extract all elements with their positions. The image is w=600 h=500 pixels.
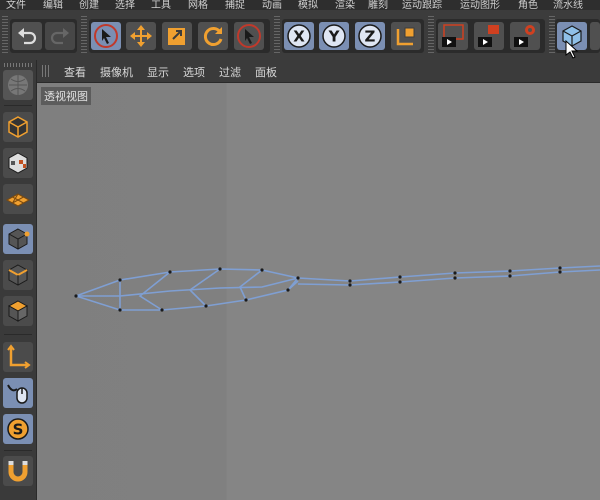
viewport-menubar: 查看 摄像机 显示 选项 过滤 面板 (36, 60, 600, 83)
menu-item[interactable]: 渲染 (335, 0, 355, 10)
coordinate-system-button[interactable] (391, 22, 421, 50)
y-axis-button[interactable]: Y (319, 22, 349, 50)
menu-item[interactable]: 运动跟踪 (402, 0, 442, 10)
recent-tool-button[interactable] (234, 22, 264, 50)
render-view-button[interactable] (438, 22, 468, 50)
move-icon (130, 25, 152, 47)
snap-button[interactable]: S (3, 414, 33, 444)
render-settings-button[interactable] (510, 22, 540, 50)
viewport-grip[interactable] (42, 65, 50, 77)
menu-item[interactable]: 创建 (79, 0, 99, 10)
magnet-button[interactable] (3, 456, 33, 486)
x-axis-button[interactable]: X (284, 22, 314, 50)
menu-item[interactable]: 运动图形 (460, 0, 500, 10)
model-mode-button[interactable] (3, 112, 33, 142)
workplane-button[interactable] (3, 184, 33, 214)
redo-icon (50, 28, 69, 45)
make-editable-icon (8, 75, 28, 95)
y-axis-label: Y (328, 28, 341, 46)
points-mode-button[interactable] (3, 224, 33, 254)
magnet-icon (8, 461, 28, 482)
axis-mode-button[interactable] (3, 342, 33, 372)
left-toolbar-grip[interactable] (4, 63, 32, 67)
toolbar-grip[interactable] (81, 16, 87, 54)
x-axis-label: X (293, 28, 305, 46)
snap-icon: S (7, 418, 29, 440)
tweak-mode-button[interactable] (3, 378, 33, 408)
toolbar-grip[interactable] (2, 16, 8, 54)
undo-group (10, 19, 77, 53)
select-live-icon (94, 24, 118, 48)
points-mode-icon (8, 228, 30, 250)
viewport-menu-filter[interactable]: 过滤 (219, 64, 241, 80)
undo-button[interactable] (12, 22, 42, 50)
perspective-viewport[interactable]: 透视视图 (36, 83, 600, 500)
scale-icon (168, 28, 185, 45)
viewport-menu-options[interactable]: 选项 (183, 64, 205, 80)
workplane-icon (5, 193, 31, 207)
polygons-mode-button[interactable] (3, 296, 33, 326)
axis-mode-icon (7, 344, 31, 369)
toolbar-grip[interactable] (274, 16, 280, 54)
select-live-button[interactable] (91, 22, 121, 50)
z-axis-icon: Z (358, 24, 382, 48)
menu-item[interactable]: 编辑 (43, 0, 63, 10)
undo-icon (18, 28, 37, 45)
viewport-menu-view[interactable]: 查看 (64, 64, 86, 80)
edges-mode-button[interactable] (3, 260, 33, 290)
recent-tool-icon (237, 24, 261, 48)
edges-mode-icon (8, 264, 28, 286)
picture-viewer-button[interactable] (474, 22, 504, 50)
move-button[interactable] (126, 22, 156, 50)
render-picture-viewer-icon (478, 25, 499, 47)
viewport-menu-cameras[interactable]: 摄像机 (100, 64, 133, 80)
tool-group (89, 19, 270, 53)
z-axis-button[interactable]: Z (355, 22, 385, 50)
make-editable-button[interactable] (3, 70, 33, 100)
texture-mode-button[interactable] (3, 148, 33, 178)
redo-button[interactable] (45, 22, 75, 50)
y-axis-icon: Y (322, 24, 346, 48)
texture-mode-icon (8, 152, 28, 174)
polygons-mode-icon (7, 300, 29, 322)
viewport-menu-display[interactable]: 显示 (147, 64, 169, 80)
left-mode-toolbar: S (0, 60, 37, 500)
main-menubar: 文件 编辑 创建 选择 工具 网格 捕捉 动画 模拟 渲染 雕刻 运动跟踪 运动图形 角色 流水线 (0, 0, 600, 10)
render-group (436, 19, 545, 53)
svg-text:S: S (13, 421, 24, 439)
menu-item[interactable]: 工具 (151, 0, 171, 10)
menu-item[interactable]: 文件 (6, 0, 26, 10)
menu-item[interactable]: 选择 (115, 0, 135, 10)
model-mode-icon (8, 116, 28, 138)
rotate-icon (203, 27, 223, 46)
rotate-button[interactable] (198, 22, 228, 50)
menu-item[interactable]: 动画 (262, 0, 282, 10)
render-view-icon (442, 24, 464, 47)
menu-item[interactable]: 网格 (188, 0, 208, 10)
menu-item[interactable]: 流水线 (553, 0, 583, 10)
spline-mesh (73, 265, 600, 312)
mouse-cursor-icon (565, 40, 579, 59)
x-axis-icon: X (287, 24, 311, 48)
toolbar-grip[interactable] (428, 16, 434, 54)
world-coordinate-icon (396, 27, 415, 46)
axis-group: X Y Z (282, 19, 424, 53)
viewport-menu-panel[interactable]: 面板 (255, 64, 277, 80)
z-axis-label: Z (365, 28, 376, 46)
scale-button[interactable] (162, 22, 192, 50)
more-objects-button[interactable] (590, 22, 600, 50)
main-toolbar: X Y Z (0, 10, 600, 61)
menu-item[interactable]: 角色 (518, 0, 538, 10)
menu-item[interactable]: 捕捉 (225, 0, 245, 10)
menu-item[interactable]: 模拟 (298, 0, 318, 10)
menu-item[interactable]: 雕刻 (368, 0, 388, 10)
tweak-mode-icon (7, 384, 28, 404)
render-settings-icon (514, 25, 535, 47)
